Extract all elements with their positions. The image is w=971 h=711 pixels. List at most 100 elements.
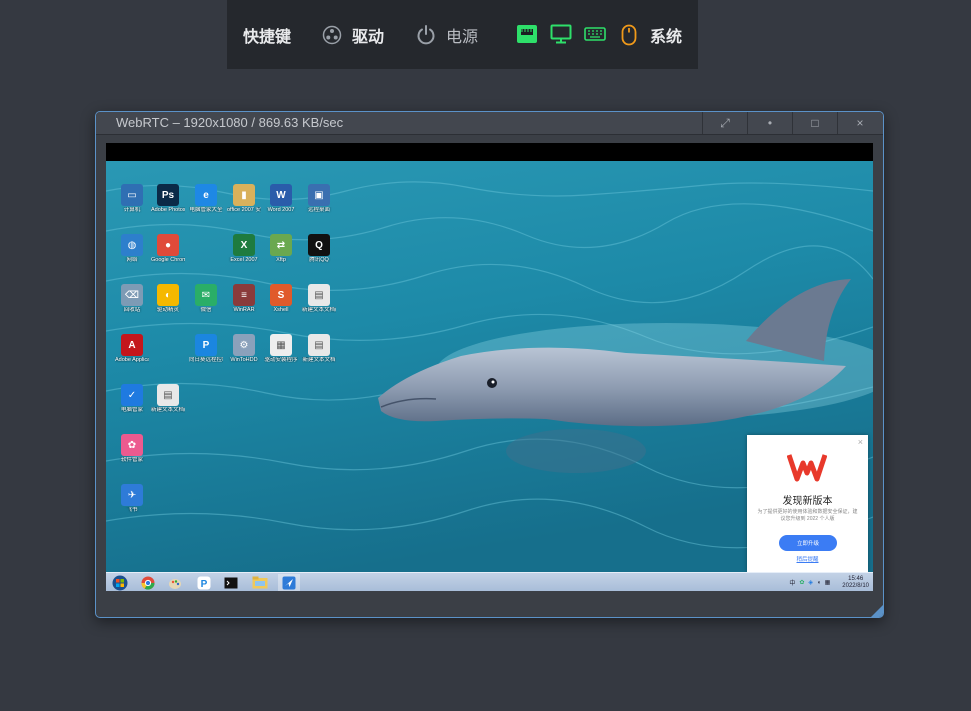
desktop-icon[interactable]: X Excel 2007 <box>227 234 261 263</box>
desktop-icon[interactable]: ⌫ 回收站 <box>115 284 149 313</box>
desktop-icon[interactable]: ▣ 远程桌面 <box>302 184 336 213</box>
system-button[interactable]: 系统 <box>650 0 682 69</box>
desktop-icon[interactable]: ✿ 软件管家 <box>115 434 149 463</box>
power-label: 电源 <box>446 28 479 46</box>
expand-button[interactable]: ⤢ <box>702 112 747 134</box>
desktop-icon-glyph-icon: P <box>195 334 217 356</box>
driver-icon <box>322 25 342 45</box>
update-popup: × 发现新版本 为了提供更好的使用体验和数据安全保证，建议您升级到 2022 个… <box>747 435 868 572</box>
desktop-icon-label: Xshell <box>273 307 289 313</box>
desktop-icon[interactable]: ⚙ WinToHDD <box>227 334 261 363</box>
desktop-icon[interactable]: ▦ 驱动安装程序 <box>264 334 298 363</box>
desktop-icon-glyph-icon: X <box>233 234 255 256</box>
top-toolbar: 快捷键 驱动 电源 系统 <box>227 0 698 69</box>
driver-label: 驱动 <box>352 28 385 46</box>
desktop-icon[interactable]: ✈ 飞书 <box>115 484 149 513</box>
desktop-icon[interactable]: e 电脑管家大全 <box>189 184 223 213</box>
desktop-icon[interactable]: ●Google Chrome <box>151 234 185 263</box>
desktop-icon-glyph-icon: ▦ <box>270 334 292 356</box>
close-button[interactable]: × <box>837 112 882 134</box>
desktop-icon-glyph-icon: A <box>121 334 143 356</box>
taskbar-explorer-icon[interactable] <box>251 574 268 591</box>
desktop-icon[interactable]: Q 腾讯QQ <box>302 234 336 263</box>
taskbar-paint-icon[interactable] <box>166 574 183 591</box>
desktop-icon-label: WinToHDD <box>230 357 258 363</box>
desktop-icon-label: 驱动安装程序 <box>264 357 298 363</box>
desktop-icon[interactable]: S Xshell <box>264 284 298 313</box>
system-label: 系统 <box>650 28 683 46</box>
desktop-icon-glyph-icon: ◐ <box>157 284 179 306</box>
svg-text:P: P <box>200 579 207 590</box>
taskbar: P 中 ✿ ◈ ◖ ▦ 15:46 2022/8/10 <box>106 572 873 591</box>
network-icon[interactable] <box>516 24 538 49</box>
system-tray: 中 ✿ ◈ ◖ ▦ 15:46 2022/8/10 <box>789 574 869 591</box>
tray-shield-icon[interactable]: ◈ <box>808 579 813 586</box>
desktop-icon-label: 驱动精灵 <box>156 307 179 313</box>
shortcuts-label: 快捷键 <box>243 28 292 46</box>
desktop-icon[interactable]: W Word 2007 <box>264 184 298 213</box>
popup-close-button[interactable]: × <box>858 437 863 447</box>
desktop-icon-label: WinRAR <box>233 307 255 313</box>
resize-handle[interactable] <box>871 605 883 617</box>
upgrade-now-button[interactable]: 立即升级 <box>779 535 837 551</box>
remote-window: WebRTC – 1920x1080 / 869.63 KB/sec ⤢ • □… <box>95 111 884 618</box>
keyboard-icon[interactable] <box>584 27 606 46</box>
desktop-icon-glyph-icon: ⇄ <box>270 234 292 256</box>
remote-screen[interactable]: ▭计算机PsAdobe Photosh...e电脑管家大全▮office 200… <box>106 143 873 591</box>
desktop-icon-glyph-icon: ▤ <box>157 384 179 406</box>
tray-sound-icon[interactable]: ◖ <box>817 580 821 586</box>
desktop-icon-glyph-icon: ✓ <box>121 384 143 406</box>
desktop-icon-label: Excel 2007 <box>230 257 258 263</box>
tray-clock[interactable]: 15:46 2022/8/10 <box>842 576 869 590</box>
desktop-icon-glyph-icon: ▤ <box>308 284 330 306</box>
desktop-icon-label: 网络 <box>126 257 138 263</box>
windows-start-icon <box>112 575 128 590</box>
desktop-icon[interactable]: AAdobe Applicati... <box>115 334 149 363</box>
desktop-icon[interactable]: ≡ WinRAR <box>227 284 261 313</box>
power-button[interactable]: 电源 <box>416 0 478 69</box>
desktop-icon[interactable]: ▤新建文本文档(3) <box>302 284 336 313</box>
start-button[interactable] <box>110 574 130 591</box>
desktop-icon-label: Word 2007 <box>267 207 295 213</box>
desktop-icon[interactable]: P向日葵远程控制 <box>189 334 223 363</box>
window-titlebar[interactable]: WebRTC – 1920x1080 / 869.63 KB/sec ⤢ • □… <box>96 112 883 135</box>
desktop-icon[interactable]: ▭ 计算机 <box>115 184 149 213</box>
desktop-icon[interactable]: ⇄ Xftp <box>264 234 298 263</box>
maximize-button[interactable]: □ <box>792 112 837 134</box>
shortcuts-button[interactable]: 快捷键 <box>243 0 291 69</box>
desktop-icon-label: 新建文本文档(3) <box>302 307 336 313</box>
desktop-icon[interactable]: ▤新建文本文档(2) <box>151 384 185 413</box>
input-method-indicator[interactable]: 中 <box>789 578 795 587</box>
tray-wechat-icon[interactable]: ✿ <box>799 579 804 586</box>
desktop-icon-label: 新建文本文档(2) <box>151 407 185 413</box>
remind-later-link[interactable]: 稍后提醒 <box>747 555 868 563</box>
driver-button[interactable]: 驱动 <box>322 0 384 69</box>
desktop-icon-glyph-icon: Ps <box>157 184 179 206</box>
desktop-icon[interactable]: ▮office 2007 安装中文版 <box>227 184 261 213</box>
desktop-icon[interactable]: ✉ 微信 <box>189 284 223 313</box>
desktop-icon-glyph-icon: ▭ <box>121 184 143 206</box>
desktop-icon-glyph-icon: W <box>270 184 292 206</box>
desktop-icon[interactable]: ◍ 网络 <box>115 234 149 263</box>
taskbar-chrome-icon[interactable] <box>139 574 156 591</box>
popup-description: 为了提供更好的使用体验和数据安全保证，建议您升级到 2022 个人版 <box>757 509 858 522</box>
desktop-icon[interactable]: ◐ 驱动精灵 <box>151 284 185 313</box>
taskbar-terminal-icon[interactable] <box>222 574 239 591</box>
remote-desktop[interactable]: ▭计算机PsAdobe Photosh...e电脑管家大全▮office 200… <box>106 161 873 572</box>
taskbar-sunlogin-icon[interactable]: P <box>195 574 212 591</box>
desktop-icon[interactable]: ✓ 电脑管家 <box>115 384 149 413</box>
desktop-icon[interactable]: ▤ 新建文本文档 <box>302 334 336 363</box>
tray-network-icon[interactable]: ▦ <box>825 579 831 586</box>
desktop-icon-label: 微信 <box>200 307 212 313</box>
desktop-icon[interactable]: PsAdobe Photosh... <box>151 184 185 213</box>
desktop-icon-label: 飞书 <box>126 507 138 513</box>
desktop-icon-label: 软件管家 <box>120 457 143 463</box>
desktop-icon-label: Google Chrome <box>151 257 185 263</box>
desktop-icon-label: 计算机 <box>123 207 141 213</box>
taskbar-feishu-icon[interactable] <box>278 574 300 591</box>
desktop-icon-label: Adobe Photosh... <box>151 207 185 213</box>
monitor-icon[interactable] <box>550 24 572 49</box>
pin-button[interactable]: • <box>747 112 792 134</box>
desktop-icon-label: 腾讯QQ <box>309 257 329 263</box>
mouse-icon[interactable] <box>621 24 637 51</box>
